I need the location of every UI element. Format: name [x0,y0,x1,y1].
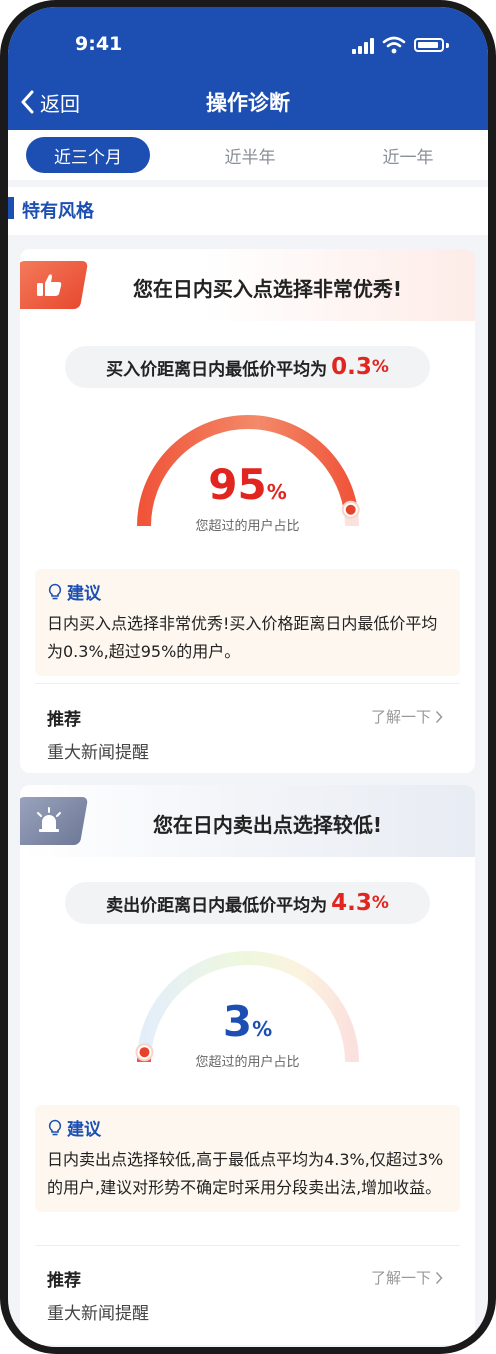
period-tabs: 近三个月 近半年 近一年 [8,130,488,180]
learn-more-label: 了解一下 [371,708,432,726]
wifi-icon [382,36,406,54]
chevron-right-icon [435,1271,443,1284]
tab-three-months[interactable]: 近三个月 [26,137,150,173]
gauge-caption: 您超过的用户占比 [195,519,300,534]
section-title: 特有风格 [22,201,94,222]
tab-half-year[interactable]: 近半年 [188,137,312,173]
app-header: 9:41 返回 操作诊断 [8,7,488,130]
learn-more-link[interactable]: 了解一下 [371,706,443,727]
metric-label: 买入价距离日内最低价平均为 [106,359,328,380]
metric-unit: % [371,893,389,913]
learn-more-label: 了解一下 [371,1269,432,1287]
recommend-item[interactable]: 重大新闻提醒 [47,738,149,763]
gauge-caption: 您超过的用户占比 [195,1055,300,1070]
metric-pill: 买入价距离日内最低价平均为 0.3 % [65,346,430,388]
card-title: 您在日内卖出点选择较低! [152,813,383,837]
advice-title-row: 建议 [47,1115,448,1140]
recommend-label: 推荐 [47,710,81,730]
section-accent-bar [8,197,14,219]
advice-title: 建议 [67,584,101,604]
metric-value: 0.3 [331,354,372,380]
card-title: 您在日内买入点选择非常优秀! [132,277,403,301]
metric-pill: 卖出价距离日内最低价平均为 4.3 % [65,882,430,924]
gauge-number: 3 [222,997,253,1046]
status-time: 9:41 [75,33,123,55]
card-header: 您在日内买入点选择非常优秀! [20,249,475,321]
signal-icon [358,46,362,54]
gauge-value: 3% [20,997,475,1046]
gauge-value: 95% [20,460,475,509]
card-header: 您在日内卖出点选择较低! [20,785,475,857]
advice-box: 建议 日内卖出点选择较低,高于最低点平均为4.3%,仅超过3%的用户,建议对形势… [35,1105,460,1212]
diagnosis-card-sell: 您在日内卖出点选择较低! 卖出价距离日内最低价平均为 4.3 % 3% 您超过的… [20,785,475,1345]
divider [35,1245,460,1246]
lightbulb-icon [48,1119,62,1135]
phone-frame: 9:41 返回 操作诊断 近三个月 近半年 近一年 特有风格 您在日内买入点选择… [0,0,496,1354]
recommend-label: 推荐 [47,1271,81,1291]
metric-unit: % [371,357,389,377]
metric-value: 4.3 [331,890,372,916]
battery-tip [446,43,449,48]
metric-label: 卖出价距离日内最低价平均为 [106,895,328,916]
gauge-number: 95 [208,460,267,509]
status-icons [352,36,452,54]
battery-icon [414,38,444,52]
chevron-right-icon [435,710,443,723]
app-screen: 9:41 返回 操作诊断 近三个月 近半年 近一年 特有风格 您在日内买入点选择… [8,7,488,1347]
tab-one-year[interactable]: 近一年 [346,137,470,173]
signal-icon [364,42,368,54]
divider [35,683,460,684]
gauge-unit: % [252,1017,273,1041]
advice-text: 日内卖出点选择较低,高于最低点平均为4.3%,仅超过3%的用户,建议对形势不确定… [47,1150,444,1197]
page-title: 操作诊断 [206,91,290,115]
advice-title-row: 建议 [47,579,448,604]
advice-title: 建议 [67,1120,101,1140]
recommend-item[interactable]: 重大新闻提醒 [47,1299,149,1324]
signal-icon [370,38,374,54]
gauge-unit: % [266,480,287,504]
diagnosis-card-buy: 您在日内买入点选择非常优秀! 买入价距离日内最低价平均为 0.3 % 95% 您… [20,249,475,773]
lightbulb-icon [48,583,62,599]
advice-text: 日内买入点选择非常优秀!买入价格距离日内最低价平均为0.3%,超过95%的用户。 [47,614,438,661]
learn-more-link[interactable]: 了解一下 [371,1267,443,1288]
advice-box: 建议 日内买入点选择非常优秀!买入价格距离日内最低价平均为0.3%,超过95%的… [35,569,460,676]
signal-icon [352,49,356,54]
